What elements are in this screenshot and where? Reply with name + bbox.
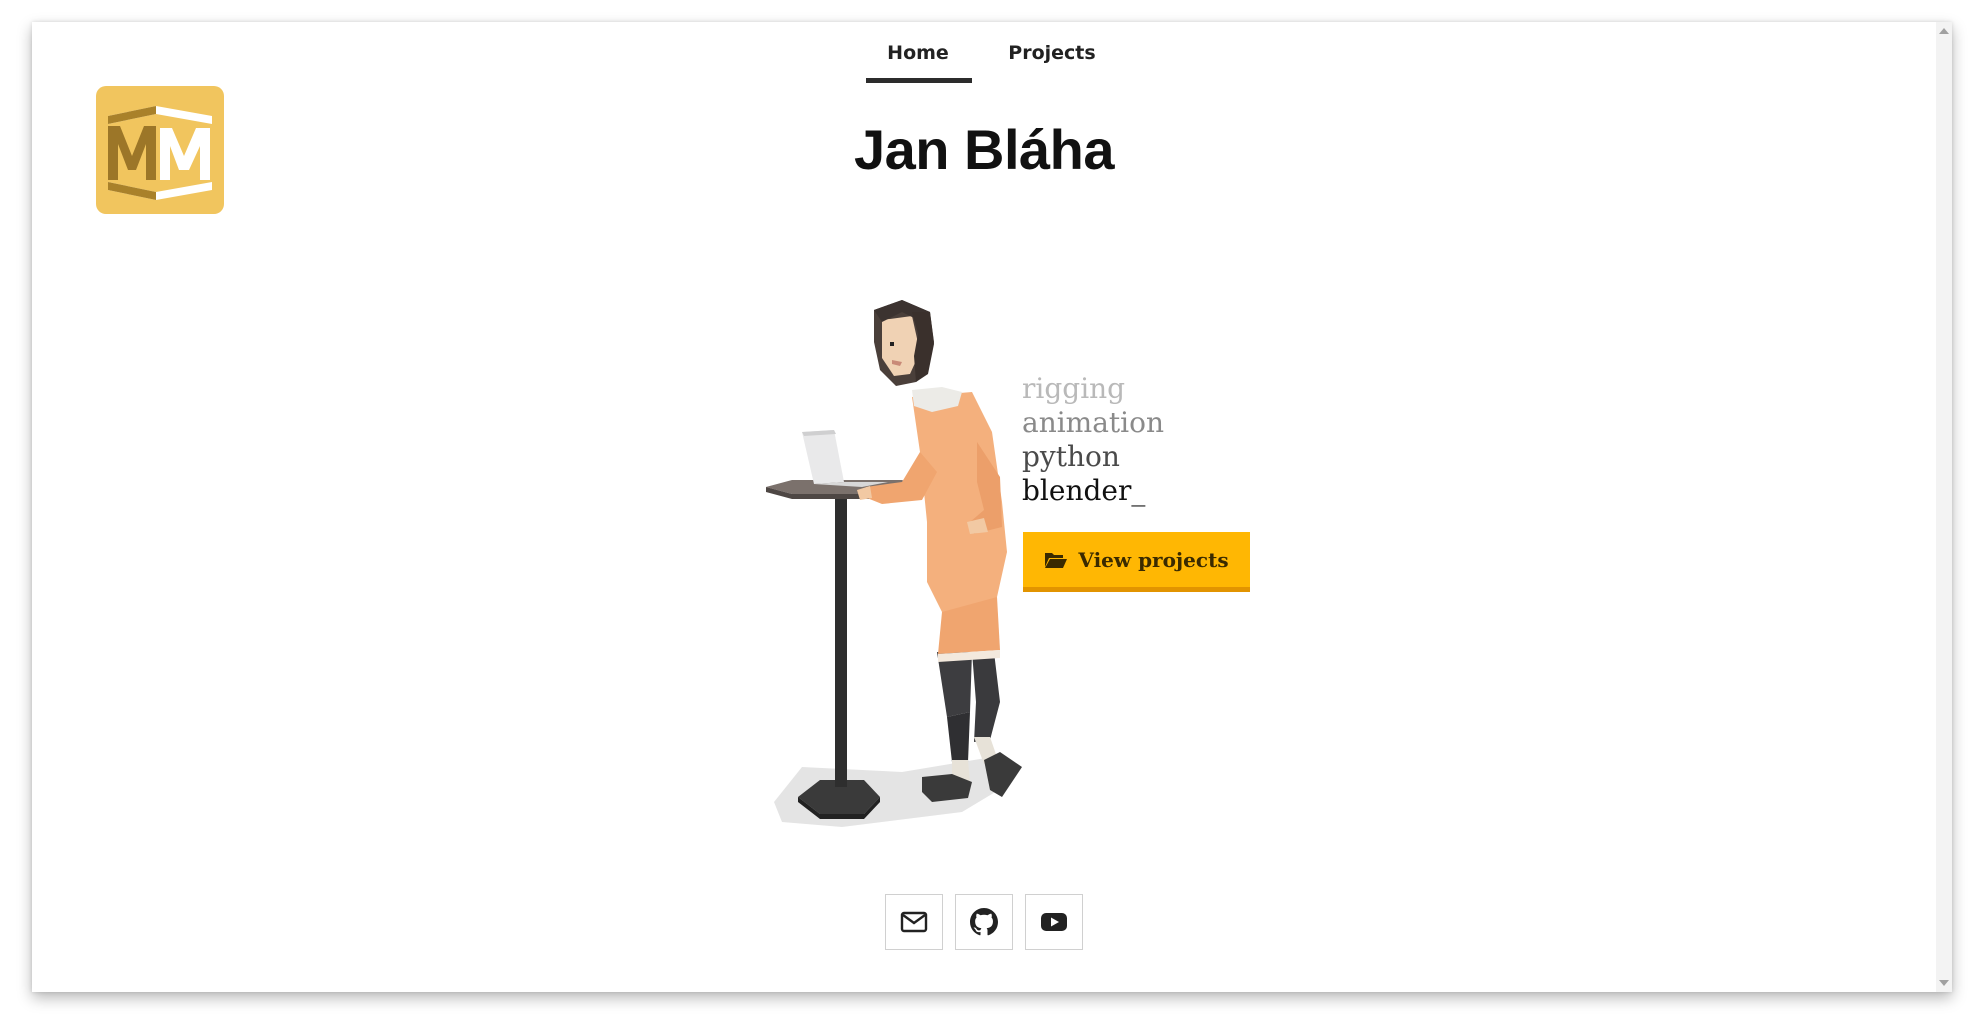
youtube-link[interactable] [1025,894,1083,950]
nav-home-link[interactable]: Home [864,42,972,64]
browser-viewport: Home Projects Jan Bláha rigging animatio… [32,22,1952,992]
nav-active-indicator [866,78,972,83]
github-link[interactable] [955,894,1013,950]
email-link[interactable] [885,894,943,950]
page-scrollbar[interactable] [1936,22,1952,992]
nav-projects-link[interactable]: Projects [992,42,1112,64]
view-projects-label: View projects [1078,547,1229,572]
character-illustration [762,282,1052,842]
scroll-down-arrow-icon[interactable] [1939,980,1949,986]
skill-item: rigging [1022,372,1126,405]
page-title: Jan Bláha [853,118,1115,181]
view-projects-button[interactable]: View projects [1023,532,1250,592]
skills-list: rigging animation python blender_ [1022,372,1164,508]
skill-item: animation [1022,406,1165,439]
top-nav: Home Projects [32,22,1936,92]
scroll-up-arrow-icon[interactable] [1939,28,1949,34]
youtube-icon [1041,913,1067,931]
envelope-icon [900,911,928,933]
github-icon [970,908,998,936]
folder-open-icon [1045,552,1068,568]
skill-item: python [1022,440,1120,473]
skill-item: blender_ [1022,474,1146,507]
